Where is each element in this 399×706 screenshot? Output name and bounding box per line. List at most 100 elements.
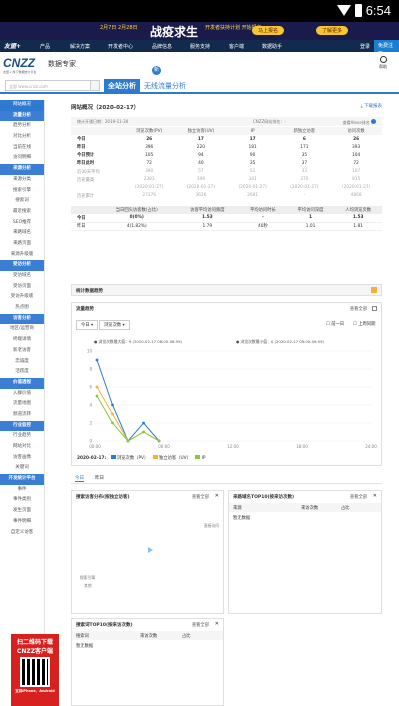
- sidebar-item[interactable]: 最近搜索: [0, 207, 44, 218]
- trend-view-all-link[interactable]: 查看全部: [350, 306, 367, 312]
- sidebar-item[interactable]: 来路页面: [0, 239, 44, 250]
- table-cell: 220: [196, 144, 205, 150]
- referrer-view-all[interactable]: 查看全部: [350, 494, 367, 500]
- pin-icon[interactable]: [371, 287, 377, 293]
- sidebar-item[interactable]: SEO推荐: [0, 218, 44, 229]
- nav-brand[interactable]: 品牌信息: [152, 43, 172, 50]
- tab-site-analysis[interactable]: 全站分析: [104, 79, 140, 93]
- tab-today[interactable]: 今日: [75, 475, 84, 482]
- sidebar-item[interactable]: 受访升级版: [0, 292, 44, 303]
- table-row: 近30天平均 390 57 51 33 107: [71, 167, 382, 175]
- sidebar-item[interactable]: 流量分析: [0, 110, 44, 122]
- sidebar-item[interactable]: 事件: [0, 485, 44, 496]
- banner-signup-button[interactable]: 马上报名: [252, 26, 285, 35]
- sidebar-item[interactable]: 受访域名: [0, 271, 44, 282]
- sidebar-item[interactable]: 来源分类: [0, 175, 44, 186]
- sidebar-item[interactable]: 流量地图: [0, 399, 44, 410]
- sidebar-item[interactable]: 搜索引擎: [0, 186, 44, 197]
- register-button[interactable]: 免费注册: [374, 40, 399, 57]
- sidebar-item[interactable]: 入群价值: [0, 389, 44, 400]
- sidebar-item[interactable]: 发生页面: [0, 506, 44, 517]
- metric-select[interactable]: 浏览次数 ▾: [99, 320, 130, 330]
- sidebar-item[interactable]: 搜索词: [0, 196, 44, 207]
- sidebar-item[interactable]: 网站对比: [0, 442, 44, 453]
- nav-data-assistant[interactable]: 数据助手: [262, 43, 282, 50]
- legend-pv[interactable]: 浏览次数（PV）: [110, 455, 148, 461]
- promo-banner[interactable]: 2月7日 2月28日 战疫求生 开发者扶持计划 开始报名 马上报名 了解更多: [0, 22, 399, 40]
- cnzz-logo[interactable]: CNZZ: [3, 56, 35, 70]
- pie-marker: [148, 547, 153, 553]
- sidebar-item[interactable]: 事件类别: [0, 495, 44, 506]
- sidebar-item[interactable]: 地区/运营商: [0, 324, 44, 335]
- site-select[interactable]: 全部 www.cnzz.com: [5, 80, 100, 91]
- nav-solutions[interactable]: 解决方案: [70, 43, 90, 50]
- close-icon[interactable]: ✕: [215, 493, 219, 499]
- sidebar-item[interactable]: 活跃度: [0, 367, 44, 378]
- sidebar-item[interactable]: 忠诚度: [0, 357, 44, 368]
- sidebar-item[interactable]: 当前在线: [0, 143, 44, 154]
- sidebar-item[interactable]: 来源升级版: [0, 250, 44, 261]
- data-point[interactable]: [111, 421, 114, 425]
- banner-more-button[interactable]: 了解更多: [316, 26, 349, 35]
- sidebar-item[interactable]: 受访页面: [0, 282, 44, 293]
- help-button[interactable]: 帮助: [379, 56, 387, 70]
- new-badge: 新: [152, 66, 161, 75]
- sidebar-item[interactable]: 来路域名: [0, 228, 44, 239]
- table-row: 历史累计 27376 3626 2681 - 4868: [71, 192, 382, 200]
- close-icon[interactable]: ✕: [373, 493, 377, 499]
- sidebar-item[interactable]: 访客画像: [0, 453, 44, 464]
- download-report-link[interactable]: ⤓ 下载报表: [361, 103, 382, 109]
- login-link[interactable]: 登录: [360, 43, 370, 50]
- sidebar-item[interactable]: 对比分析: [0, 132, 44, 143]
- tab-wireless-analysis[interactable]: 无线流量分析: [143, 79, 187, 93]
- table-cell: 915: [352, 177, 361, 183]
- table-cell: 17: [197, 136, 204, 142]
- data-point[interactable]: [95, 394, 99, 398]
- sidebar-item[interactable]: 热点图: [0, 303, 44, 314]
- alexa-rank-link[interactable]: 查看Alexa排名: [343, 119, 376, 126]
- sidebar-item[interactable]: 频道流转: [0, 410, 44, 421]
- data-point[interactable]: [95, 385, 99, 389]
- data-point[interactable]: [142, 421, 145, 425]
- compare-prev-day-checkbox[interactable]: ☐ 前一日: [326, 321, 344, 327]
- sidebar-item[interactable]: 行业趋势: [0, 431, 44, 442]
- sidebar-item[interactable]: 价值透视: [0, 377, 44, 389]
- sidebar-item[interactable]: 事件明细: [0, 517, 44, 528]
- data-point[interactable]: [111, 403, 114, 407]
- search-term-view-all[interactable]: 查看全部: [192, 622, 209, 628]
- sidebar-item[interactable]: 自定义访客: [0, 528, 44, 539]
- sidebar-item[interactable]: 网站概况: [0, 100, 44, 111]
- compare-last-week-checkbox[interactable]: ☐ 上周同期: [353, 321, 375, 327]
- sidebar-item[interactable]: 新老访客: [0, 346, 44, 357]
- settings-icon[interactable]: [372, 306, 377, 311]
- nav-products[interactable]: 产品: [40, 43, 50, 50]
- nav-developer[interactable]: 开发者中心: [108, 43, 133, 50]
- data-point[interactable]: [95, 358, 99, 362]
- sidebar-item[interactable]: 开发统计平台: [0, 474, 44, 485]
- search-distribution-view-all[interactable]: 查看全部: [192, 494, 209, 500]
- sidebar-item[interactable]: 关键词: [0, 463, 44, 474]
- sidebar-item[interactable]: 来源分析: [0, 164, 44, 175]
- legend-uv[interactable]: 独立访客（UV）: [152, 455, 191, 461]
- legend-ip[interactable]: IP: [195, 455, 206, 461]
- sidebar-item[interactable]: 访问明细: [0, 153, 44, 164]
- tab-yesterday[interactable]: 昨日: [95, 475, 104, 481]
- sidebar-item[interactable]: 受访分析: [0, 260, 44, 271]
- trend-section: 统计数据趋势: [71, 284, 382, 296]
- sidebar-item[interactable]: 访客分析: [0, 313, 44, 325]
- date-select-value: 今日: [81, 323, 90, 328]
- nav-client[interactable]: 客户端: [229, 43, 244, 50]
- data-point[interactable]: [111, 412, 114, 416]
- umeng-logo[interactable]: 友盟+: [4, 41, 21, 50]
- app-download-ad[interactable]: 扫二维码下载 CNZZ客户端 支持iPhone、Android: [11, 634, 59, 706]
- nav-support[interactable]: 服务支持: [190, 43, 210, 50]
- sidebar-item[interactable]: 趋势分析: [0, 121, 44, 132]
- data-point[interactable]: [157, 439, 161, 443]
- data-point[interactable]: [126, 439, 130, 443]
- sidebar-item[interactable]: 行业监控: [0, 420, 44, 432]
- x-tick-label: 00:00: [89, 444, 101, 449]
- sidebar-item[interactable]: 终端详情: [0, 335, 44, 346]
- data-point[interactable]: [142, 430, 145, 434]
- close-icon[interactable]: ✕: [215, 621, 219, 627]
- date-select[interactable]: 今日 ▾: [76, 320, 99, 330]
